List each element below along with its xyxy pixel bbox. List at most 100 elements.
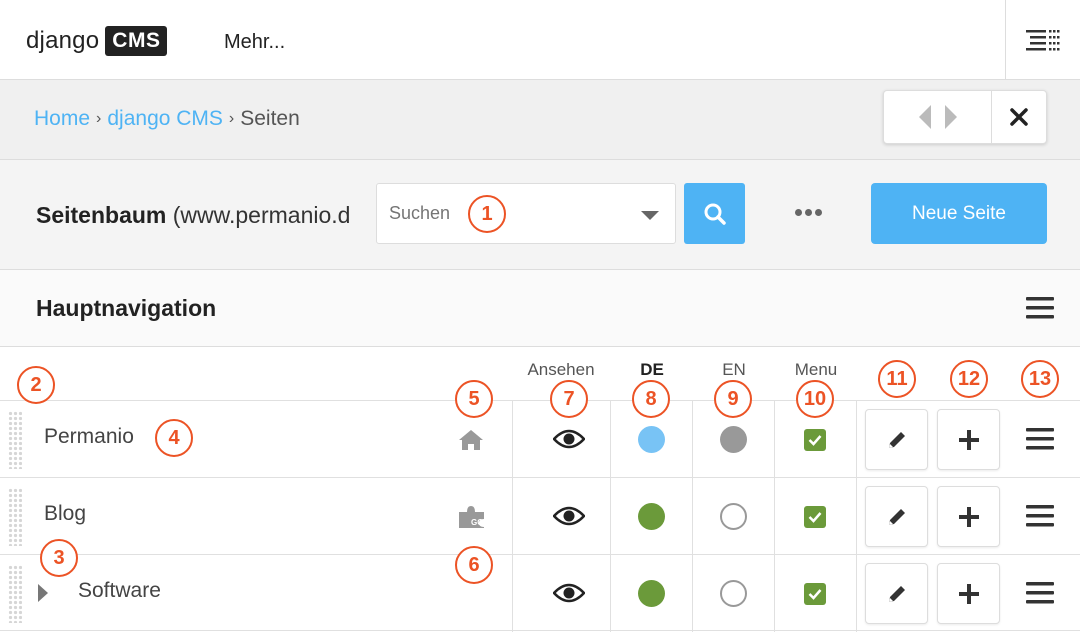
django-cms-logo[interactable]: django CMS: [26, 26, 168, 56]
breadcrumb-django-cms[interactable]: django CMS: [107, 107, 223, 131]
callout-7: 7: [550, 380, 588, 418]
column-lang-de[interactable]: DE: [612, 360, 692, 380]
expand-caret-icon[interactable]: [38, 584, 48, 602]
cell-divider: [692, 401, 693, 478]
callout-5: 5: [455, 380, 493, 418]
structure-icon: [1026, 30, 1060, 51]
plus-icon: [958, 429, 979, 450]
breadcrumb-home[interactable]: Home: [34, 107, 90, 131]
eye-icon[interactable]: [553, 506, 585, 526]
hamburger-icon[interactable]: [1026, 428, 1054, 450]
cms-toolbar: django CMS Mehr...: [0, 0, 1080, 80]
site-domain: (www.permanio.d: [172, 202, 351, 228]
callout-12: 12: [950, 360, 988, 398]
search-button[interactable]: [684, 183, 745, 244]
cell-divider: [692, 555, 693, 632]
menu-checkbox[interactable]: [804, 506, 826, 528]
logo-box: CMS: [105, 26, 168, 56]
logo-text: django: [26, 27, 100, 54]
column-menu: Menu: [794, 360, 838, 379]
dot-icon: [794, 208, 802, 216]
drag-handle[interactable]: [8, 411, 22, 469]
pencil-icon: [888, 431, 905, 448]
table-row: Software: [0, 554, 1080, 632]
add-page-button[interactable]: [937, 486, 1000, 547]
callout-2: 2: [17, 366, 55, 404]
check-icon: [808, 512, 822, 523]
more-menu[interactable]: Mehr...: [224, 31, 285, 54]
hamburger-icon[interactable]: [1026, 505, 1054, 527]
edit-button[interactable]: [865, 563, 928, 624]
menu-checkbox[interactable]: [804, 583, 826, 605]
cell-divider: [512, 401, 513, 478]
cell-divider: [774, 555, 775, 632]
page-name[interactable]: Blog: [44, 502, 86, 526]
callout-10: 10: [796, 380, 834, 418]
cell-divider: [856, 555, 857, 632]
cell-divider: [774, 401, 775, 478]
lang-de-status-published[interactable]: [638, 503, 665, 530]
search-input[interactable]: [389, 203, 629, 224]
structure-mode-button[interactable]: [1006, 0, 1080, 80]
modal-nav-controls: [883, 90, 1047, 144]
breadcrumb: Home › django CMS › Seiten: [34, 107, 300, 131]
column-view: Ansehen: [527, 360, 595, 379]
dot-icon: [804, 208, 812, 216]
menu-header: Hauptnavigation: [0, 270, 1080, 347]
cell-divider: [512, 478, 513, 555]
arrow-left-icon[interactable]: [918, 105, 931, 129]
page-name[interactable]: Software: [78, 579, 161, 603]
eye-icon[interactable]: [553, 429, 585, 449]
lang-de-status-current[interactable]: [638, 426, 665, 453]
cell-divider: [692, 478, 693, 555]
table-row: Blog GO: [0, 477, 1080, 555]
new-page-button[interactable]: Neue Seite: [871, 183, 1047, 244]
page-name[interactable]: Permanio: [44, 425, 134, 449]
lang-de-status-published[interactable]: [638, 580, 665, 607]
plus-icon: [958, 506, 979, 527]
breadcrumb-current: Seiten: [240, 107, 300, 130]
lang-en-status-empty[interactable]: [720, 580, 747, 607]
column-lang-en[interactable]: EN: [694, 360, 774, 380]
callout-6: 6: [455, 546, 493, 584]
plus-icon: [958, 583, 979, 604]
drag-handle[interactable]: [8, 488, 22, 546]
callout-3: 3: [40, 539, 78, 577]
add-page-button[interactable]: [937, 409, 1000, 470]
search-icon: [704, 203, 726, 225]
eye-icon[interactable]: [553, 583, 585, 603]
callout-4: 4: [155, 419, 193, 457]
menu-checkbox[interactable]: [804, 429, 826, 451]
pencil-icon: [888, 585, 905, 602]
chevron-down-icon[interactable]: [641, 211, 659, 220]
page-tree-header: Seitenbaum (www.permanio.d Neue Seite: [0, 160, 1080, 270]
add-page-button[interactable]: [937, 563, 1000, 624]
hamburger-icon[interactable]: [1026, 582, 1054, 604]
page-title-label: Seitenbaum: [36, 202, 167, 228]
lang-en-status-empty[interactable]: [720, 503, 747, 530]
callout-9: 9: [714, 380, 752, 418]
arrow-right-icon[interactable]: [944, 105, 957, 129]
close-icon: [1010, 108, 1028, 126]
more-options-button[interactable]: [790, 202, 826, 222]
edit-button[interactable]: [865, 486, 928, 547]
hamburger-icon[interactable]: [1026, 297, 1054, 319]
cell-divider: [610, 478, 611, 555]
callout-13: 13: [1021, 360, 1059, 398]
cell-divider: [856, 401, 857, 478]
cell-divider: [512, 555, 513, 632]
cell-divider: [610, 555, 611, 632]
svg-text:GO: GO: [471, 518, 483, 527]
edit-button[interactable]: [865, 409, 928, 470]
check-icon: [808, 589, 822, 600]
search-field[interactable]: [376, 183, 676, 244]
apphook-icon: GO: [459, 506, 484, 528]
check-icon: [808, 435, 822, 446]
close-button[interactable]: [992, 91, 1046, 143]
lang-en-status-published[interactable]: [720, 426, 747, 453]
cell-divider: [856, 478, 857, 555]
pencil-icon: [888, 508, 905, 525]
breadcrumb-separator: ›: [96, 110, 102, 127]
callout-8: 8: [632, 380, 670, 418]
drag-handle[interactable]: [8, 565, 22, 623]
